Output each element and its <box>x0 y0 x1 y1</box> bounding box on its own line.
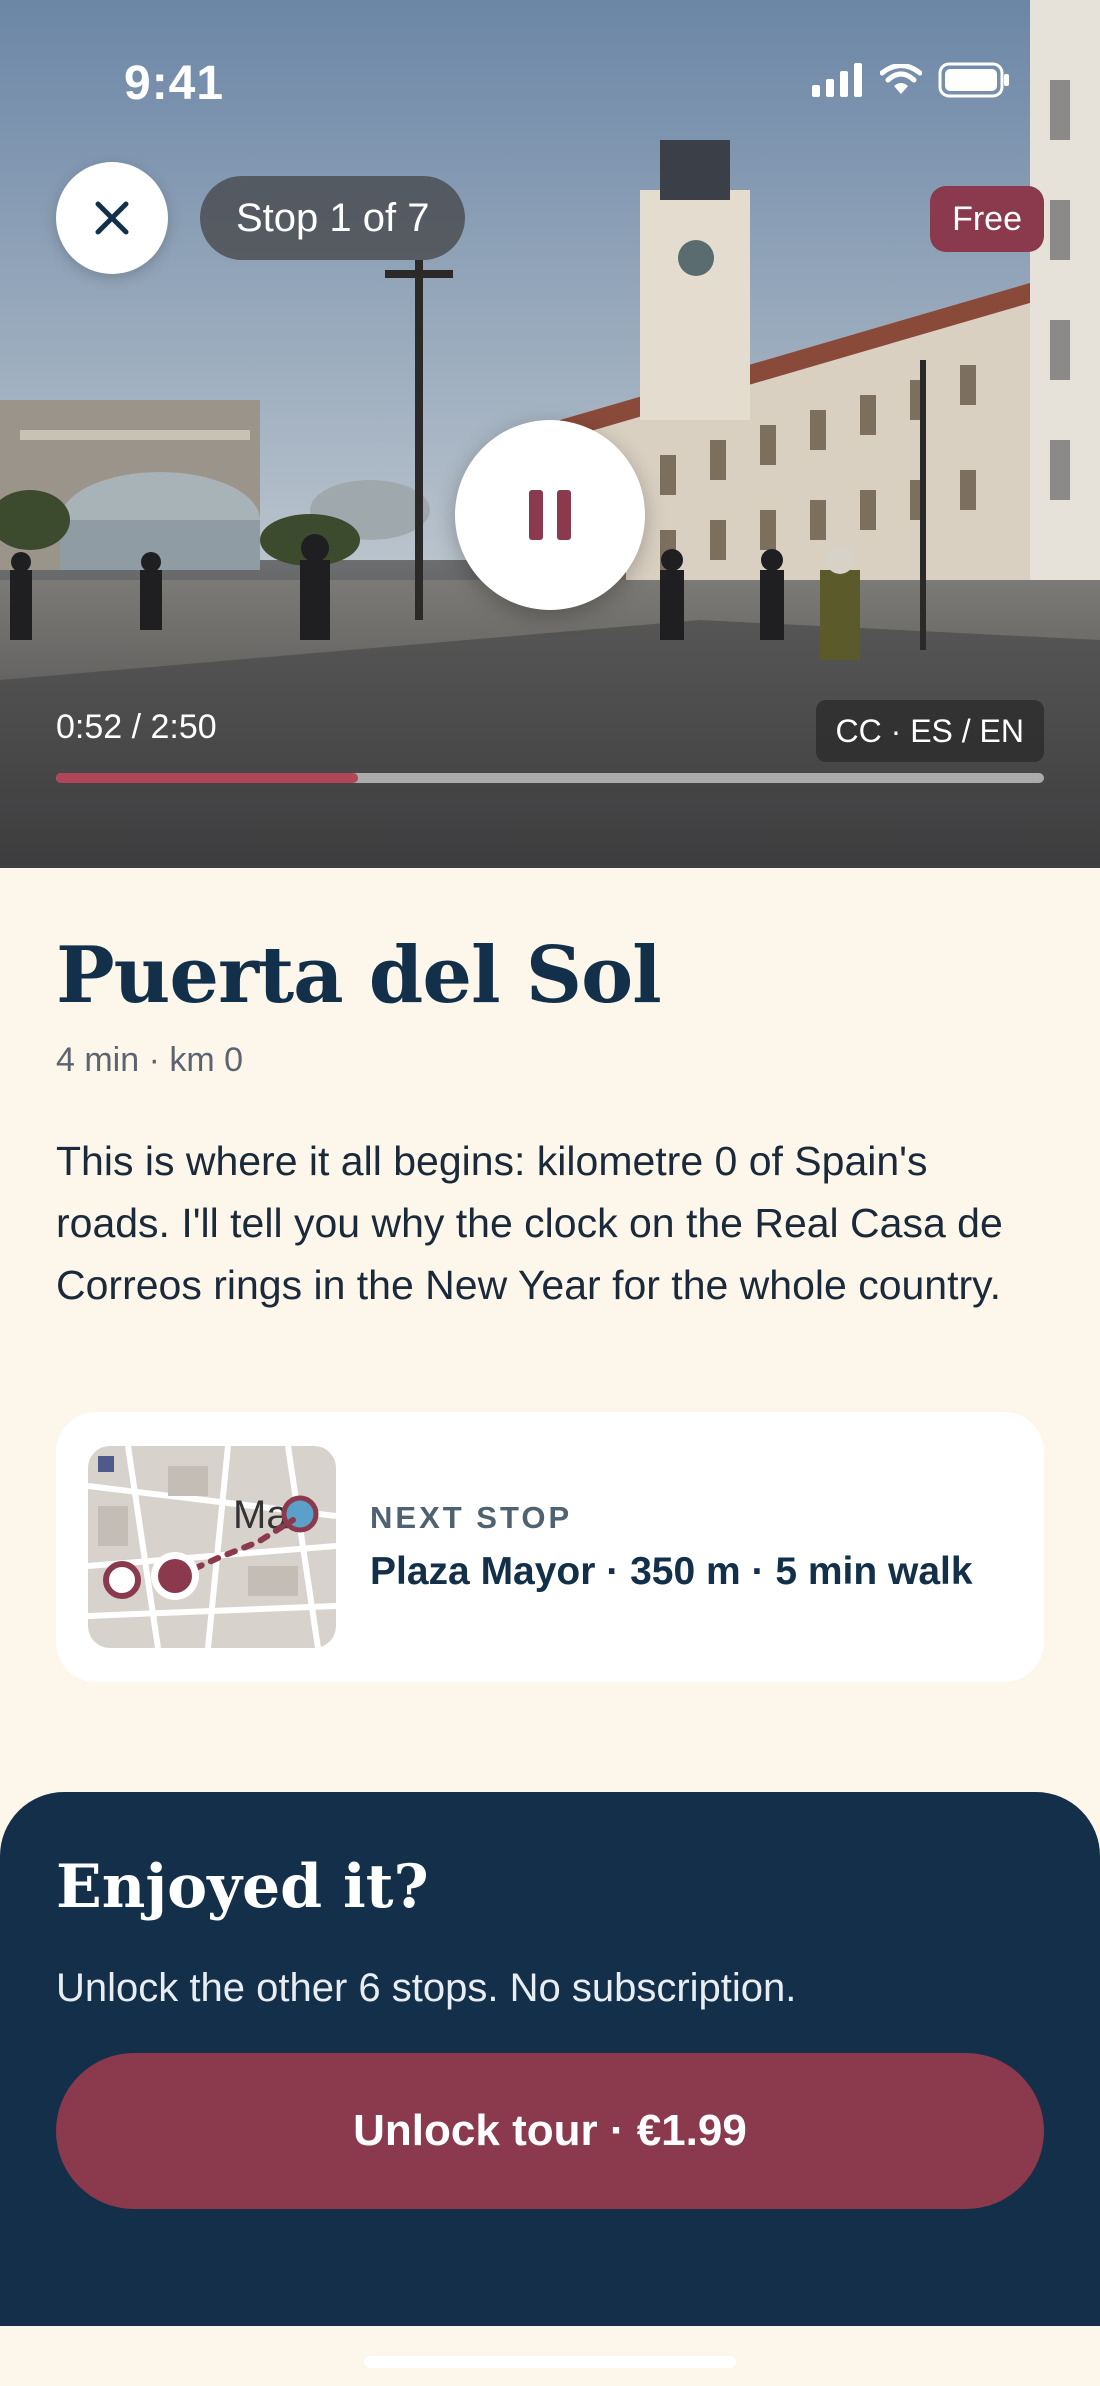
pause-icon <box>529 490 571 540</box>
free-badge: Free <box>930 186 1044 252</box>
next-stop-value: Plaza Mayor · 350 m · 5 min walk <box>370 1550 973 1593</box>
next-stop-label: NEXT STOP <box>370 1500 573 1535</box>
hero-video[interactable]: 9:41 Stop 1 of 7 Free 0:52 / 2:50 CC · E… <box>0 0 1100 868</box>
pause-button[interactable] <box>455 420 645 610</box>
upsell-panel: Enjoyed it? Unlock the other 6 stops. No… <box>0 1792 1100 2326</box>
close-icon <box>95 201 129 235</box>
battery-icon <box>938 62 1009 98</box>
upsell-subtitle: Unlock the other 6 stops. No subscriptio… <box>56 1966 797 2010</box>
stop-title: Puerta del Sol <box>56 930 662 1021</box>
close-button[interactable] <box>56 162 168 274</box>
progress-fill <box>56 773 359 783</box>
playback-time: 0:52 / 2:50 <box>56 708 217 746</box>
subtitles-button[interactable]: CC · ES / EN <box>815 700 1044 762</box>
stop-description: This is where it all begins: kilometre 0… <box>56 1138 1003 1308</box>
stop-meta: 4 min · km 0 <box>56 1041 244 1079</box>
signal-icon <box>812 63 862 97</box>
wifi-icon <box>880 64 922 94</box>
stop-indicator: Stop 1 of 7 <box>200 176 466 260</box>
next-stop-card[interactable]: Ma NEXT STOP Plaza Mayor · 350 m · 5 min… <box>56 1412 1044 1682</box>
map-thumbnail: Ma <box>88 1446 336 1648</box>
stop-details: Puerta del Sol 4 min · km 0 This is wher… <box>56 868 1044 1316</box>
unlock-tour-button[interactable]: Unlock tour · €1.99 <box>56 2053 1044 2209</box>
home-indicator <box>364 2356 736 2368</box>
status-time: 9:41 <box>124 57 225 110</box>
progress-bar[interactable] <box>56 773 1044 783</box>
status-icons <box>812 62 1010 98</box>
upsell-title: Enjoyed it? <box>56 1852 429 1922</box>
